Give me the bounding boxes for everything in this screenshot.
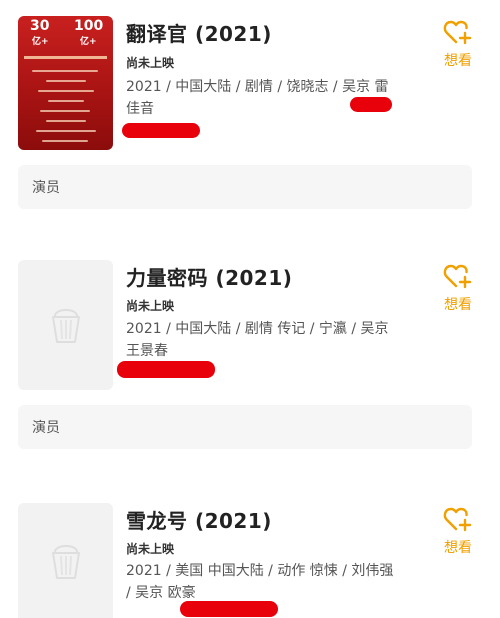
want-to-watch-button[interactable]: 想看 (438, 262, 478, 314)
movie-poster[interactable] (18, 260, 113, 390)
poster-badge-number: 100 (74, 18, 104, 34)
poster-decoration (40, 110, 90, 112)
movie-poster[interactable] (18, 503, 113, 618)
popcorn-placeholder-icon (51, 544, 80, 579)
movie-title[interactable]: 翻译官 (2021) (126, 18, 272, 47)
poster-badge-unit: 亿+ (80, 37, 97, 47)
cast-label: 演员 (32, 180, 60, 196)
want-label: 想看 (444, 53, 472, 69)
want-label: 想看 (444, 540, 472, 556)
want-to-watch-button[interactable]: 想看 (438, 18, 478, 70)
poster-decoration (48, 100, 84, 102)
poster-badge-unit: 亿+ (32, 37, 49, 47)
heart-plus-icon (443, 264, 472, 289)
poster-decoration (32, 70, 98, 72)
movie-poster[interactable]: 30 亿+ 100 亿+ (18, 16, 113, 150)
poster-decoration (42, 140, 88, 142)
annotation-underline (350, 97, 392, 112)
cast-section[interactable]: 演员 (18, 165, 472, 209)
poster-decoration (46, 120, 86, 122)
annotation-underline (122, 123, 200, 138)
want-to-watch-button[interactable]: 想看 (438, 505, 478, 557)
annotation-underline (180, 601, 278, 617)
poster-badges: 30 亿+ 100 亿+ (18, 16, 113, 50)
movie-title[interactable]: 力量密码 (2021) (126, 262, 292, 291)
popcorn-placeholder-icon (51, 309, 80, 343)
poster-badge-number: 30 (30, 18, 50, 34)
release-status: 尚未上映 (126, 299, 175, 313)
cast-label: 演员 (32, 420, 60, 436)
movie-title[interactable]: 雪龙号 (2021) (126, 505, 272, 534)
release-status: 尚未上映 (126, 542, 175, 556)
poster-decoration (38, 90, 94, 92)
cast-section[interactable]: 演员 (18, 405, 472, 449)
heart-plus-icon (443, 507, 472, 532)
annotation-underline (117, 361, 215, 378)
release-status: 尚未上映 (126, 56, 175, 70)
poster-decoration (24, 56, 107, 59)
movie-meta: 2021 / 中国大陆 / 剧情 传记 / 宁瀛 / 吴京 王景春 (126, 321, 389, 359)
poster-decoration (36, 130, 96, 132)
movie-meta: 2021 / 美国 中国大陆 / 动作 惊悚 / 刘伟强 / 吴京 欧豪 (126, 563, 394, 601)
poster-decoration (46, 80, 86, 82)
want-label: 想看 (444, 297, 472, 313)
heart-plus-icon (443, 20, 472, 45)
